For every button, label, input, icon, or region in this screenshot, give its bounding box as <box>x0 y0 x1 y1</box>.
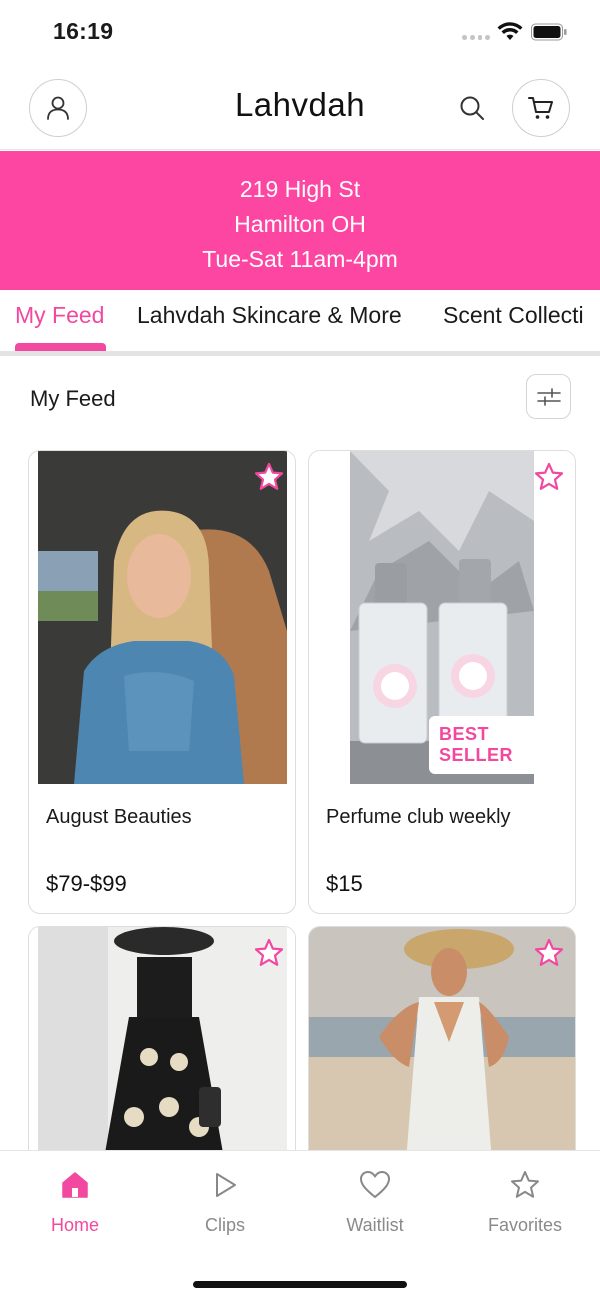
woman-in-car-photo <box>29 451 295 784</box>
favorite-button[interactable] <box>531 459 567 495</box>
best-seller-badge: BEST SELLER <box>429 716 575 774</box>
product-price: $79-$99 <box>46 871 127 896</box>
star-icon <box>534 462 564 490</box>
search-icon <box>460 96 484 120</box>
bottom-navigation: Home Clips Waitlist Favorites <box>0 1150 600 1299</box>
heart-icon <box>360 1171 390 1198</box>
product-card[interactable] <box>28 926 296 1186</box>
nav-favorites[interactable]: Favorites <box>465 1165 585 1236</box>
favorite-button[interactable] <box>251 935 287 971</box>
active-tab-indicator <box>15 343 106 351</box>
product-card[interactable]: BEST SELLER Perfume club weekly $15 <box>308 450 576 914</box>
product-price: $15 <box>326 871 363 896</box>
filter-button[interactable] <box>526 374 571 419</box>
nav-clips-label: Clips <box>204 1215 245 1235</box>
nav-waitlist-label: Waitlist <box>346 1215 404 1235</box>
battery-icon <box>531 23 567 41</box>
status-bar: 16:19 <box>0 0 600 66</box>
nav-waitlist[interactable]: Waitlist <box>315 1165 435 1236</box>
home-icon <box>62 1172 88 1198</box>
star-icon <box>511 1171 539 1198</box>
sliders-icon <box>536 387 561 406</box>
cellular-signal-icon <box>462 33 490 41</box>
nav-favorites-label: Favorites <box>487 1215 563 1235</box>
store-city: Hamilton OH <box>234 211 366 237</box>
product-name: August Beauties <box>46 806 192 828</box>
play-icon <box>216 1173 236 1197</box>
cart-icon <box>528 97 553 119</box>
tab-my-feed[interactable]: My Feed <box>15 302 104 329</box>
nav-clips[interactable]: Clips <box>165 1165 285 1236</box>
star-icon <box>254 462 284 490</box>
app-header: Lahvdah <box>0 66 600 150</box>
category-tabs: My Feed Lahvdah Skincare & More Scent Co… <box>0 290 600 356</box>
store-address: 219 High St <box>239 176 361 202</box>
product-card[interactable] <box>308 926 576 1186</box>
star-icon <box>254 938 284 966</box>
tab-scent-collection[interactable]: Scent Collecti <box>443 302 584 329</box>
status-time: 16:19 <box>53 18 114 44</box>
cart-button[interactable] <box>512 79 570 137</box>
store-info-banner: 219 High St Hamilton OH Tue-Sat 11am-4pm <box>0 151 600 290</box>
product-image[interactable] <box>29 451 295 784</box>
product-name: Perfume club weekly <box>326 806 511 828</box>
favorite-button[interactable] <box>251 459 287 495</box>
home-indicator[interactable] <box>193 1281 407 1288</box>
nav-home[interactable]: Home <box>15 1165 135 1236</box>
star-icon <box>534 938 564 966</box>
nav-home-label: Home <box>50 1215 99 1235</box>
tab-lahvdah-skincare[interactable]: Lahvdah Skincare & More <box>137 302 402 329</box>
section-title: My Feed <box>30 386 116 411</box>
brand-title: Lahvdah <box>234 86 366 123</box>
favorite-button[interactable] <box>531 935 567 971</box>
wifi-icon <box>497 22 523 40</box>
product-card[interactable]: August Beauties $79-$99 <box>28 450 296 914</box>
store-hours: Tue-Sat 11am-4pm <box>202 246 398 272</box>
search-button[interactable] <box>456 92 488 124</box>
